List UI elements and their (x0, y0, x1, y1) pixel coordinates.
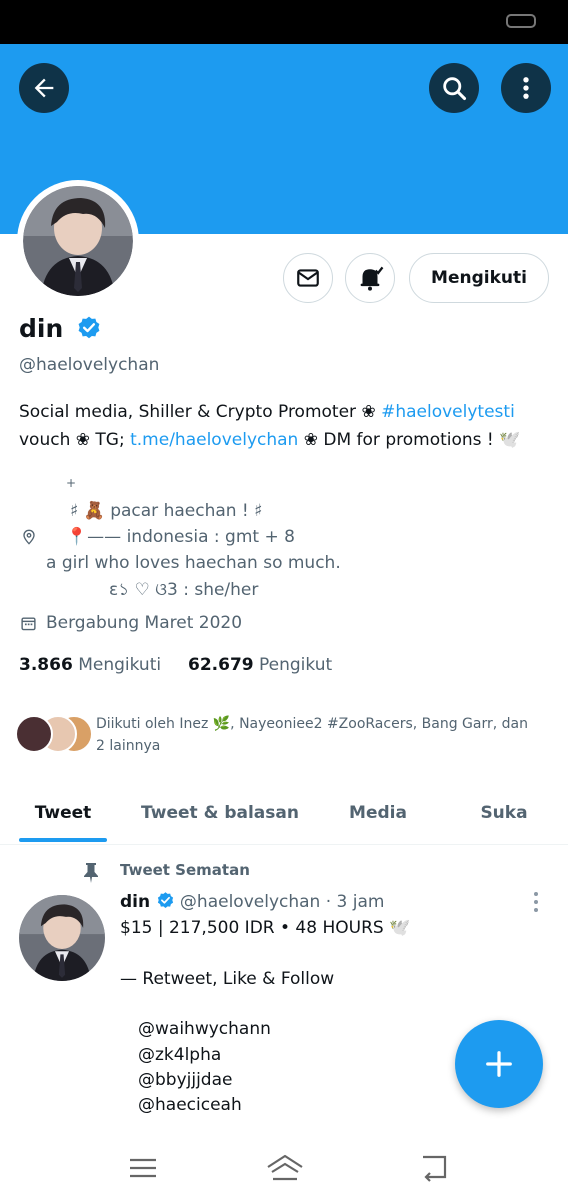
message-button[interactable] (283, 253, 333, 303)
following-stat[interactable]: 3.866 Mengikuti (19, 655, 161, 675)
back-button[interactable] (19, 63, 69, 113)
followers-stat[interactable]: 62.679 Pengikut (188, 655, 332, 675)
menu-icon[interactable] (128, 1154, 158, 1182)
following-count: 3.866 (19, 655, 73, 675)
back-nav-icon[interactable] (418, 1152, 450, 1182)
search-button[interactable] (429, 63, 479, 113)
following-button[interactable]: Mengikuti (409, 253, 549, 303)
tweet-line-1: $15 | 217,500 IDR • 48 HOURS 🕊️ (120, 918, 411, 938)
profile-avatar[interactable] (17, 180, 139, 302)
followers-count: 62.679 (188, 655, 254, 675)
pin-icon (84, 863, 98, 883)
verified-icon (78, 316, 100, 339)
system-nav-bar (0, 1138, 568, 1200)
tweet-line-2: — Retweet, Like & Follow (120, 969, 335, 989)
tab-likes[interactable]: Suka (462, 782, 546, 844)
active-tab-indicator (19, 838, 107, 842)
location-line-0: + (66, 476, 77, 490)
search-icon (443, 77, 467, 101)
tweet-mention-1[interactable]: @waihwychann (138, 1017, 271, 1042)
avatar-photo (23, 186, 133, 296)
location-icon (23, 529, 35, 545)
bio-text-3: ❀ DM for promotions ! 🕊️ (298, 430, 521, 450)
status-bar (0, 0, 568, 44)
location-line-2: 📍—— indonesia : gmt + 8 (66, 527, 295, 547)
tweet-mention-3[interactable]: @bbyjjjdae (138, 1068, 232, 1093)
followers-label: Pengikut (259, 655, 333, 675)
tweet-avatar[interactable] (19, 895, 105, 981)
back-arrow-icon (34, 78, 54, 98)
bio-hashtag-link[interactable]: #haelovelytesti (381, 402, 515, 422)
more-button[interactable] (501, 63, 551, 113)
mail-icon (297, 269, 319, 287)
calendar-icon (21, 617, 36, 631)
tweet-more-icon[interactable] (527, 890, 545, 914)
tweet-author-name[interactable]: din (120, 892, 150, 912)
tweet-mention-2[interactable]: @zk4lpha (138, 1043, 221, 1068)
followed-by-text[interactable]: Diikuti oleh Inez 🌿, Nayeoniee2 #ZooRace… (96, 713, 558, 757)
tweet-mention-4[interactable]: @haeciceah (138, 1093, 242, 1118)
tab-media[interactable]: Media (330, 782, 426, 844)
follower-avatar-1 (15, 715, 53, 753)
followed-by-line-2: 2 lainnya (96, 738, 161, 754)
battery-icon (506, 14, 536, 28)
verified-icon (157, 892, 173, 909)
bell-icon (360, 266, 384, 291)
tweet-handle-time: @haelovelychan · 3 jam (179, 892, 385, 912)
profile-bio: Social media, Shiller & Crypto Promoter … (19, 398, 559, 454)
location-line-4: ɛ১ ♡ ଓ3 : she/her (109, 580, 259, 600)
plus-icon (486, 1051, 512, 1077)
bio-text-1: Social media, Shiller & Crypto Promoter … (19, 402, 382, 422)
followed-by-avatars[interactable] (15, 714, 95, 754)
profile-tabs: Tweet Tweet & balasan Media Suka (0, 782, 568, 845)
compose-tweet-button[interactable] (455, 1020, 543, 1108)
following-label: Mengikuti (78, 655, 162, 675)
location-line-3: a girl who loves haechan so much. (46, 553, 341, 573)
notifications-button[interactable] (345, 253, 395, 303)
tab-tweet[interactable]: Tweet (19, 782, 107, 844)
tab-tweet-replies[interactable]: Tweet & balasan (135, 782, 305, 844)
bio-text-2: vouch ❀ TG; (19, 430, 131, 450)
followed-by-line-1: Diikuti oleh Inez 🌿, Nayeoniee2 #ZooRace… (96, 716, 528, 732)
home-icon[interactable] (265, 1152, 305, 1184)
more-vertical-icon (523, 77, 529, 99)
bio-telegram-link[interactable]: t.me/haelovelychan (130, 430, 298, 450)
pinned-label: Tweet Sematan (120, 861, 250, 879)
profile-name: din (19, 314, 102, 343)
tweet-avatar-photo (19, 895, 105, 981)
tweet-header: din @haelovelychan · 3 jam (120, 891, 384, 912)
profile-name-text: din (19, 314, 64, 343)
joined-date: Bergabung Maret 2020 (46, 613, 243, 633)
location-line-1: ♯ 🧸 pacar haechan ! ♯ (70, 501, 263, 521)
profile-handle: @haelovelychan (19, 355, 160, 375)
